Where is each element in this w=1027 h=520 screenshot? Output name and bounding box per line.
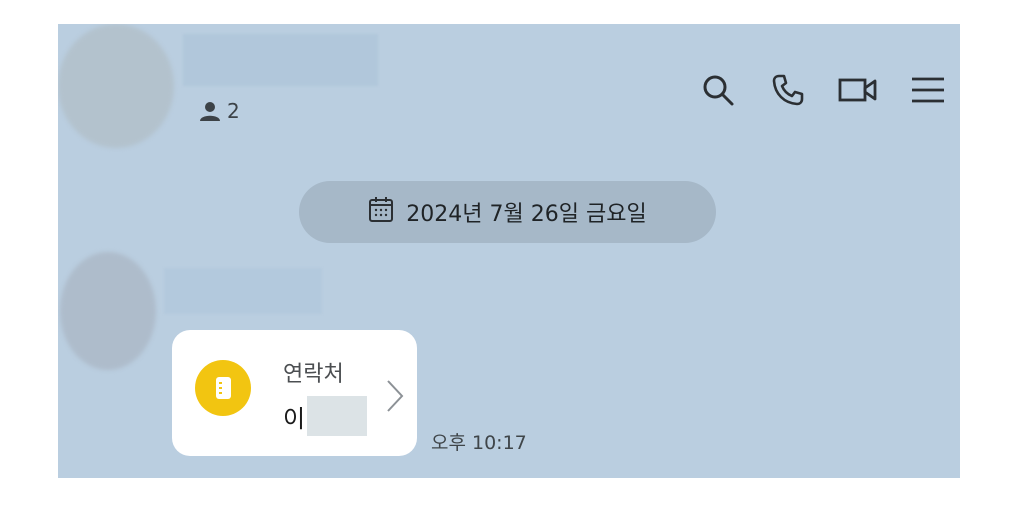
date-divider-text: 2024년 7월 26일 금요일 bbox=[406, 202, 647, 227]
chat-room-name-redacted bbox=[183, 34, 378, 86]
person-icon bbox=[199, 101, 221, 121]
contact-card-type: 연락처 bbox=[283, 362, 344, 387]
contact-name-redacted bbox=[307, 396, 368, 436]
sender-avatar[interactable] bbox=[60, 252, 156, 370]
contact-card-name: 이 bbox=[283, 396, 368, 436]
sender-name-redacted bbox=[164, 268, 322, 314]
contact-name-prefix: 이 bbox=[283, 404, 306, 433]
member-count-value: 2 bbox=[227, 99, 240, 123]
chat-room-avatar[interactable] bbox=[58, 24, 174, 148]
menu-button[interactable] bbox=[908, 72, 948, 112]
video-call-button[interactable] bbox=[838, 72, 878, 112]
voice-call-button[interactable] bbox=[768, 72, 808, 112]
header-actions bbox=[698, 72, 948, 112]
chat-screen: 2 2024년 7월 26일 금요일 연락처 이 오후 10:17 bbox=[58, 24, 960, 478]
calendar-icon bbox=[368, 195, 394, 229]
phone-icon bbox=[771, 73, 805, 111]
contact-card-message[interactable]: 연락처 이 bbox=[172, 330, 417, 456]
message-timestamp: 오후 10:17 bbox=[431, 432, 527, 454]
date-divider: 2024년 7월 26일 금요일 bbox=[299, 181, 716, 243]
video-call-icon bbox=[838, 75, 878, 109]
search-button[interactable] bbox=[698, 72, 738, 112]
chevron-right-icon bbox=[385, 378, 405, 418]
search-icon bbox=[701, 73, 735, 111]
member-count[interactable]: 2 bbox=[199, 99, 240, 123]
menu-icon bbox=[910, 75, 946, 109]
contact-book-icon bbox=[195, 360, 251, 416]
